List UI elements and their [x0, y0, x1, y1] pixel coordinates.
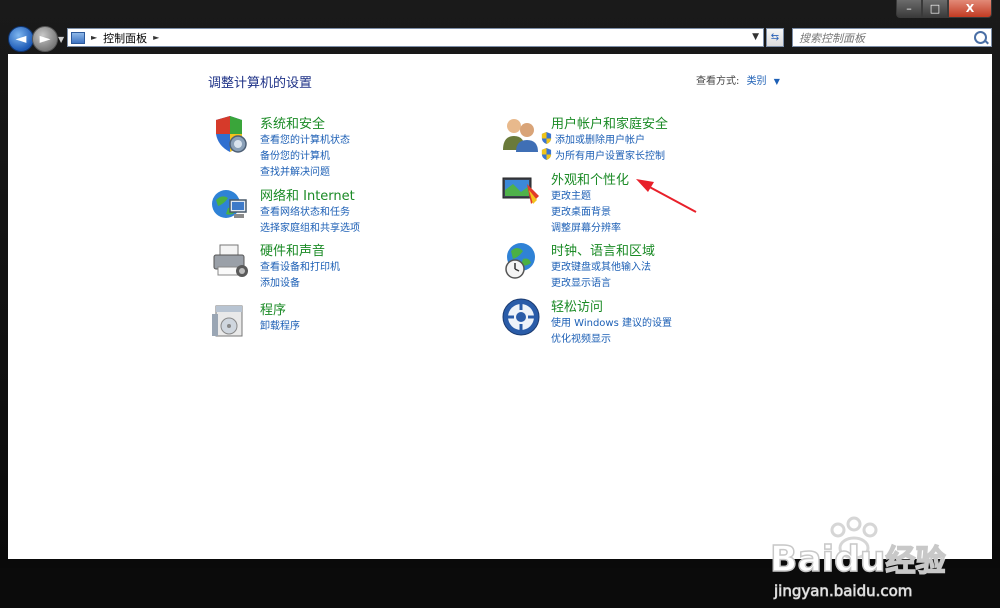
link-view-computer-status[interactable]: 查看您的计算机状态	[260, 131, 350, 146]
category-title[interactable]: 轻松访问	[551, 296, 603, 315]
search-icon[interactable]	[974, 31, 987, 44]
uac-shield-icon	[541, 148, 552, 160]
search-input[interactable]: 搜索控制面板	[792, 28, 992, 47]
refresh-button[interactable]: ⇆	[766, 28, 784, 47]
forward-button[interactable]: ►	[32, 26, 58, 52]
breadcrumb-arrow-icon[interactable]: ►	[91, 33, 97, 42]
minimize-button[interactable]: –	[896, 0, 922, 18]
ease-of-access-icon	[502, 298, 540, 336]
category-title[interactable]: 网络和 Internet	[260, 185, 355, 204]
link-text: 添加或删除用户帐户	[555, 135, 645, 146]
link-text: 为所有用户设置家长控制	[555, 151, 665, 162]
category-ease-of-access: 轻松访问 使用 Windows 建议的设置 优化视频显示	[501, 296, 741, 345]
category-hardware-sound: 硬件和声音 查看设备和打印机 添加设备	[210, 240, 430, 289]
link-screen-resolution[interactable]: 调整屏幕分辨率	[551, 219, 621, 234]
link-windows-recommended-settings[interactable]: 使用 Windows 建议的设置	[551, 314, 672, 329]
link-uninstall-program[interactable]: 卸载程序	[260, 317, 300, 332]
control-panel-content: 调整计算机的设置 查看方式: 类别 ▼ 系统和安全 查看您的计算机状态 备份您的…	[8, 54, 992, 600]
link-backup-computer[interactable]: 备份您的计算机	[260, 147, 330, 162]
watermark-brand-cn: 经验	[885, 543, 947, 580]
category-title[interactable]: 外观和个性化	[551, 169, 629, 188]
link-homegroup-sharing[interactable]: 选择家庭组和共享选项	[260, 219, 360, 234]
link-desktop-background[interactable]: 更改桌面背景	[551, 203, 611, 218]
address-dropdown-icon[interactable]: ▼	[752, 32, 759, 42]
navigation-bar: ◄ ► ▼ ► 控制面板 ► ▼ ⇆ 搜索控制面板	[0, 22, 1000, 54]
baidu-watermark: Baidu经验 jingyan.baidu.com	[769, 514, 970, 604]
category-programs: 程序 卸载程序	[210, 300, 430, 340]
recent-pages-dropdown-icon[interactable]: ▼	[58, 35, 64, 44]
category-network-internet: 网络和 Internet 查看网络状态和任务 选择家庭组和共享选项	[210, 185, 430, 234]
link-change-input-method[interactable]: 更改键盘或其他输入法	[551, 258, 651, 273]
category-title[interactable]: 时钟、语言和区域	[551, 240, 655, 259]
window-controls: – □ X	[896, 0, 992, 19]
search-placeholder: 搜索控制面板	[799, 31, 865, 45]
link-change-theme[interactable]: 更改主题	[551, 187, 591, 202]
link-parental-controls[interactable]: 为所有用户设置家长控制	[541, 147, 665, 162]
clock-language-icon	[505, 243, 535, 279]
programs-icon	[212, 305, 243, 337]
watermark-brand: Bai	[769, 538, 835, 581]
user-accounts-icon	[503, 119, 538, 152]
breadcrumb-arrow-icon[interactable]: ►	[153, 33, 159, 42]
watermark-url: jingyan.baidu.com	[774, 582, 913, 601]
category-user-accounts: 用户帐户和家庭安全 添加或删除用户帐户 为所有用户设置家长控制	[501, 114, 761, 162]
hardware-sound-icon	[213, 244, 248, 277]
control-panel-icon	[71, 31, 85, 44]
appearance-icon	[502, 177, 539, 204]
title-bar: – □ X	[0, 0, 1000, 22]
chevron-down-icon[interactable]: ▼	[774, 77, 780, 86]
category-appearance: 外观和个性化 更改主题 更改桌面背景 调整屏幕分辨率	[501, 169, 721, 234]
link-display-language[interactable]: 更改显示语言	[551, 274, 611, 289]
refresh-icon: ⇆	[770, 32, 780, 43]
link-network-status[interactable]: 查看网络状态和任务	[260, 203, 350, 218]
category-title[interactable]: 硬件和声音	[260, 240, 325, 259]
window-frame: – □ X ◄ ► ▼ ► 控制面板 ► ▼ ⇆ 搜索控制面板 调整计算机的设置…	[0, 0, 1000, 600]
category-title[interactable]: 用户帐户和家庭安全	[551, 113, 668, 132]
category-clock-language-region: 时钟、语言和区域 更改键盘或其他输入法 更改显示语言	[501, 240, 741, 289]
back-button[interactable]: ◄	[8, 26, 34, 52]
view-by-label: 查看方式:	[696, 76, 740, 87]
watermark-brand2: du	[833, 538, 886, 581]
maximize-button[interactable]: □	[922, 0, 948, 18]
page-title: 调整计算机的设置	[208, 76, 313, 91]
category-title[interactable]: 程序	[260, 299, 286, 318]
link-add-device[interactable]: 添加设备	[260, 274, 300, 289]
annotation-arrow	[636, 179, 697, 213]
breadcrumb-control-panel[interactable]: 控制面板	[103, 30, 147, 46]
view-by: 查看方式: 类别 ▼	[696, 72, 780, 87]
link-add-remove-accounts[interactable]: 添加或删除用户帐户	[541, 131, 645, 146]
uac-shield-icon	[541, 132, 552, 144]
link-devices-printers[interactable]: 查看设备和打印机	[260, 258, 340, 273]
link-optimize-visual-display[interactable]: 优化视频显示	[551, 330, 611, 345]
category-system-security: 系统和安全 查看您的计算机状态 备份您的计算机 查找并解决问题	[210, 113, 430, 178]
system-security-icon	[216, 116, 247, 153]
close-button[interactable]: X	[948, 0, 992, 18]
view-by-dropdown[interactable]: 类别	[747, 76, 767, 87]
network-internet-icon	[212, 190, 247, 218]
category-title[interactable]: 系统和安全	[260, 113, 325, 132]
link-troubleshoot[interactable]: 查找并解决问题	[260, 163, 330, 178]
address-bar[interactable]: ► 控制面板 ► ▼	[67, 28, 764, 47]
